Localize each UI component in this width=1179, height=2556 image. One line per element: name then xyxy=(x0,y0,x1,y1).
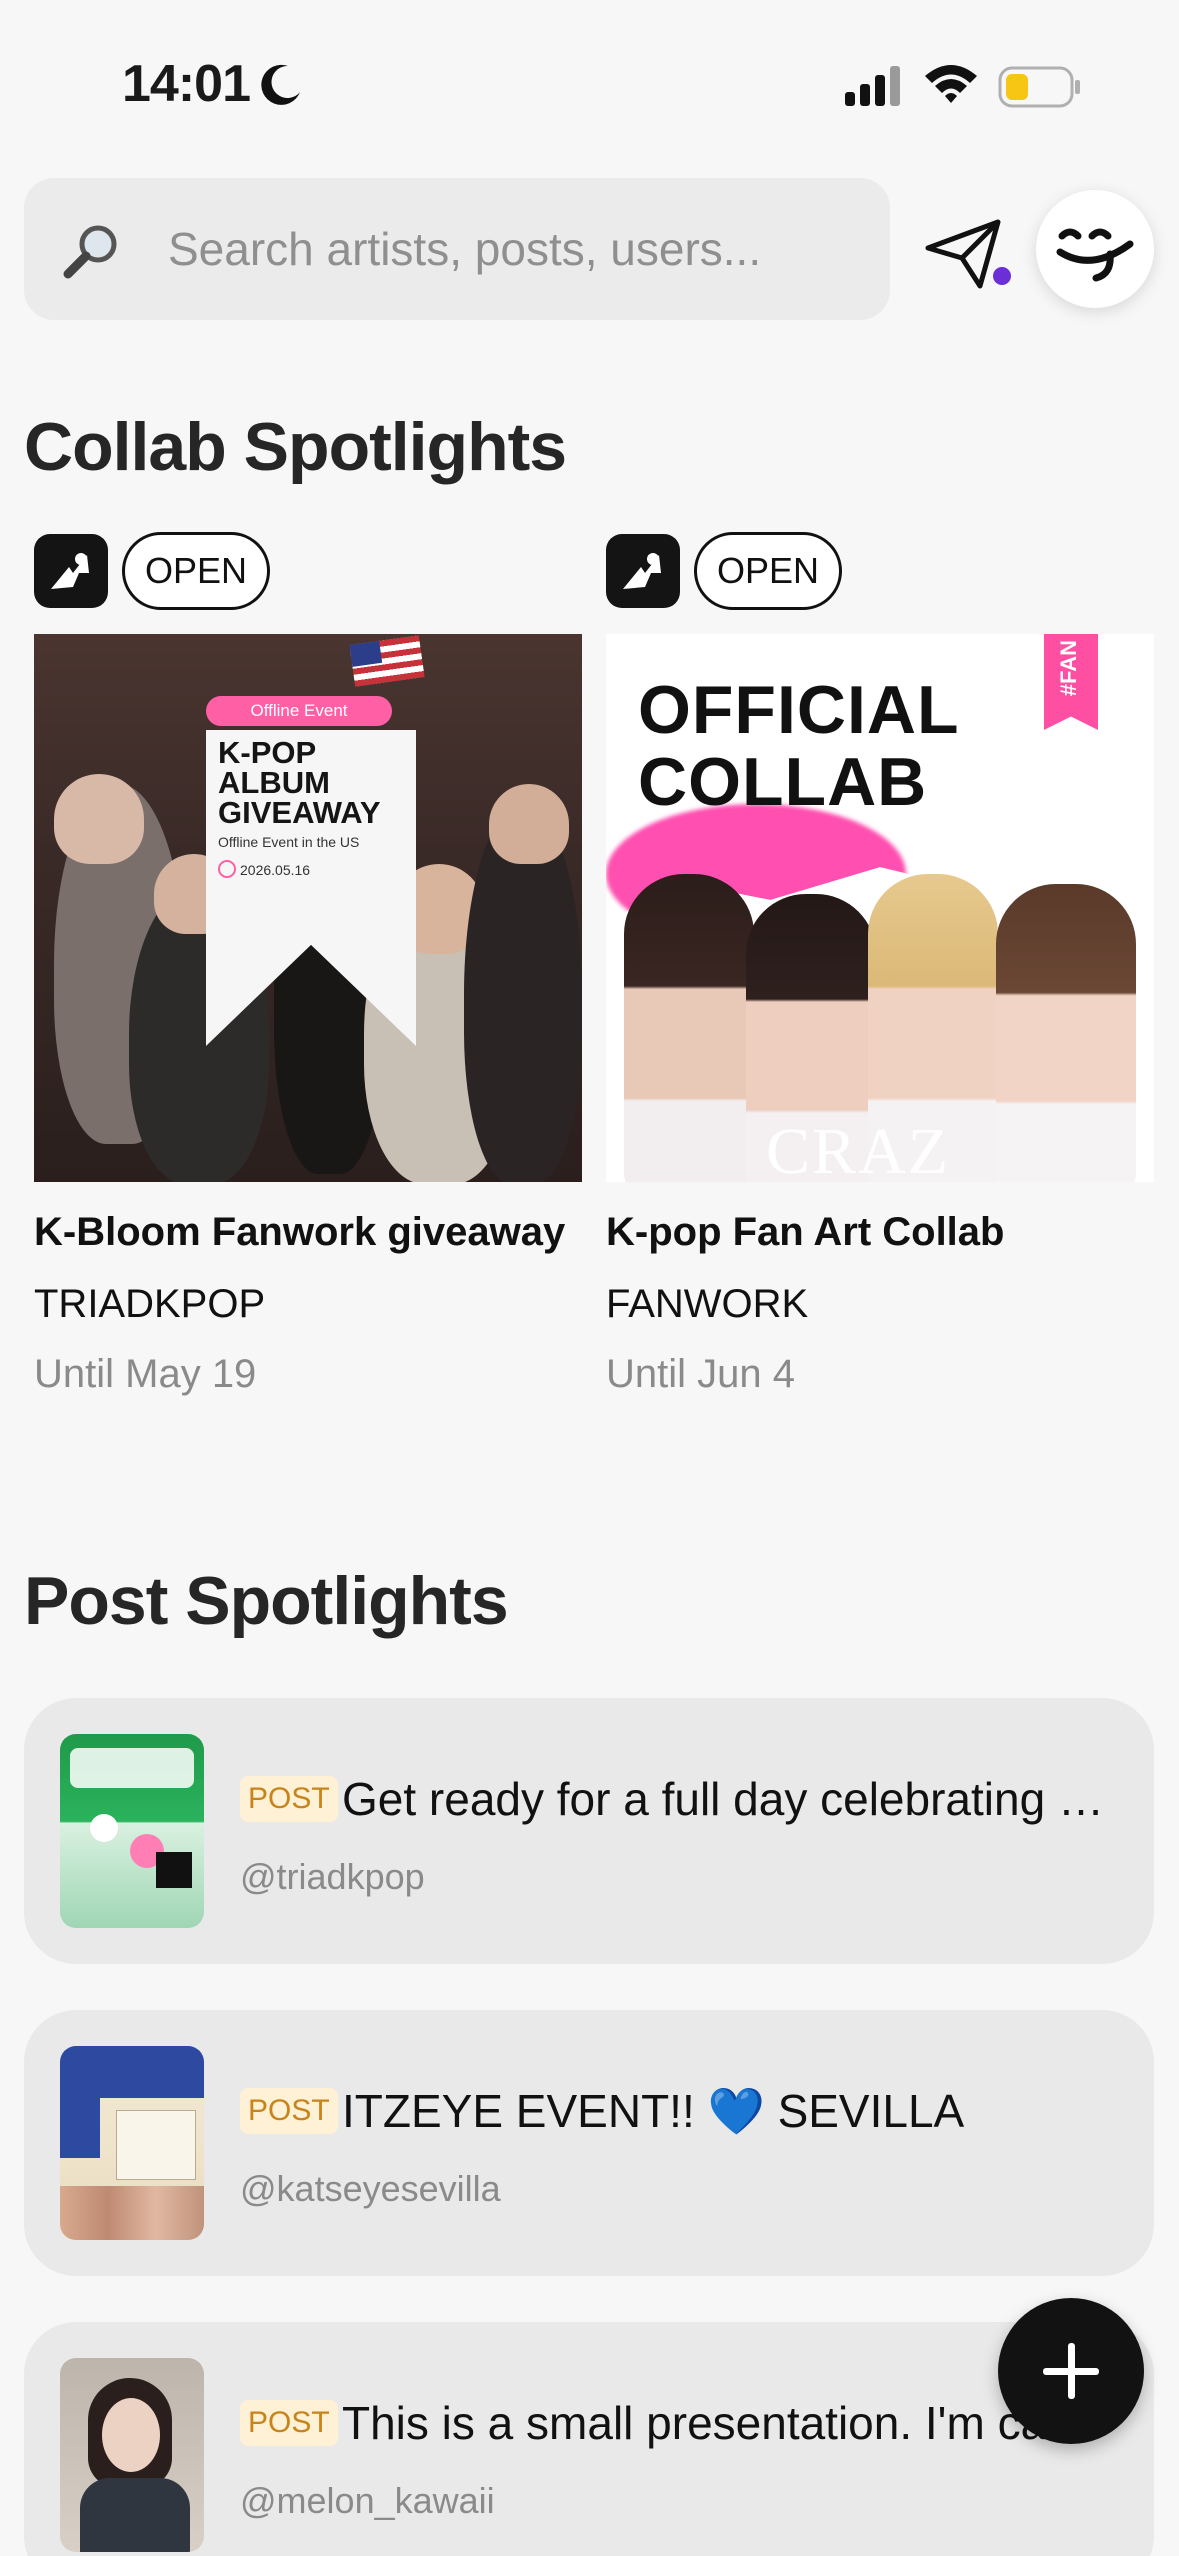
cover-footer-text: CRAZ xyxy=(766,1115,951,1182)
post-thumbnail xyxy=(60,2046,204,2240)
event-tag: Offline Event xyxy=(206,696,392,726)
collab-title: K-pop Fan Art Collab xyxy=(606,1210,1005,1254)
post-thumbnail xyxy=(60,1734,204,1928)
profile-button[interactable] xyxy=(1036,190,1154,308)
wifi-icon xyxy=(925,65,977,103)
signal-icon xyxy=(845,66,900,106)
search-icon xyxy=(63,225,117,279)
banner-headline: K-POP ALBUM GIVEAWAY xyxy=(218,735,381,830)
search-bar[interactable] xyxy=(24,178,890,320)
battery-icon xyxy=(998,66,1080,108)
banner-date: 2026.05.16 xyxy=(218,860,310,878)
notification-dot xyxy=(993,267,1011,285)
collab-card[interactable]: OPEN Offline Event K-POP ALBUM GIVEAWAY … xyxy=(24,530,582,1430)
status-bar: 14:01 xyxy=(0,0,1179,160)
post-spotlights-heading: Post Spotlights xyxy=(24,1563,509,1639)
post-username[interactable]: @melon_kawaii xyxy=(240,2480,495,2522)
fanwork-logo-icon xyxy=(606,534,680,608)
post-text: ITZEYE EVENT!! 💙 SEVILLA xyxy=(342,2085,965,2137)
ribbon-text: #FAN xyxy=(1056,640,1081,697)
collab-deadline: Until Jun 4 xyxy=(606,1352,795,1396)
collab-organizer: TRIADKPOP xyxy=(34,1282,266,1326)
create-post-button[interactable] xyxy=(998,2298,1144,2444)
cover-headline: OFFICIAL COLLAB xyxy=(638,672,959,820)
collab-organizer: FANWORK xyxy=(606,1282,809,1326)
app-screen: 14:01 Search artists, posts, users... Co… xyxy=(0,0,1179,2556)
collab-deadline: Until May 19 xyxy=(34,1352,257,1396)
post-item[interactable]: POST ITZEYE EVENT!! 💙 SEVILLA @katseyese… xyxy=(24,2010,1154,2276)
smiley-logo-icon xyxy=(1056,228,1134,282)
post-item[interactable]: POST Get ready for a full day celebratin… xyxy=(24,1698,1154,1964)
search-input[interactable] xyxy=(168,214,858,284)
collab-spotlights-heading: Collab Spotlights xyxy=(24,409,567,485)
post-label: POST xyxy=(240,2088,338,2134)
status-badge: OPEN xyxy=(122,532,271,610)
us-flag-icon xyxy=(349,635,425,687)
status-badge: OPEN xyxy=(694,532,843,610)
banner-subtitle: Offline Event in the US xyxy=(218,834,360,850)
member-photo xyxy=(996,884,1136,1182)
post-username[interactable]: @triadkpop xyxy=(240,1856,425,1898)
collab-cover-image[interactable]: OFFICIAL COLLAB #FAN CRAZ xyxy=(606,634,1154,1182)
collab-card[interactable]: OPEN OFFICIAL COLLAB #FAN CRAZ K-pop Fan… xyxy=(596,530,1154,1430)
plus-icon xyxy=(1068,2343,1075,2399)
post-label: POST xyxy=(240,2400,338,2446)
moon-icon xyxy=(261,64,300,105)
hashtag-ribbon: #FAN xyxy=(1044,634,1098,730)
post-item[interactable]: POST This is a small presentation. I'm c… xyxy=(24,2322,1154,2556)
post-text: Get ready for a full day celebrating K-B… xyxy=(342,1773,1132,1825)
post-label: POST xyxy=(240,1776,338,1822)
post-username[interactable]: @katseyesevilla xyxy=(240,2168,501,2210)
member-photo xyxy=(624,874,754,1182)
collab-title: K-Bloom Fanwork giveaway xyxy=(34,1210,566,1254)
fanwork-logo-icon xyxy=(34,534,108,608)
status-time: 14:01 xyxy=(122,55,251,113)
collab-cover-image[interactable]: Offline Event K-POP ALBUM GIVEAWAY Offli… xyxy=(34,634,582,1182)
post-thumbnail xyxy=(60,2358,204,2552)
